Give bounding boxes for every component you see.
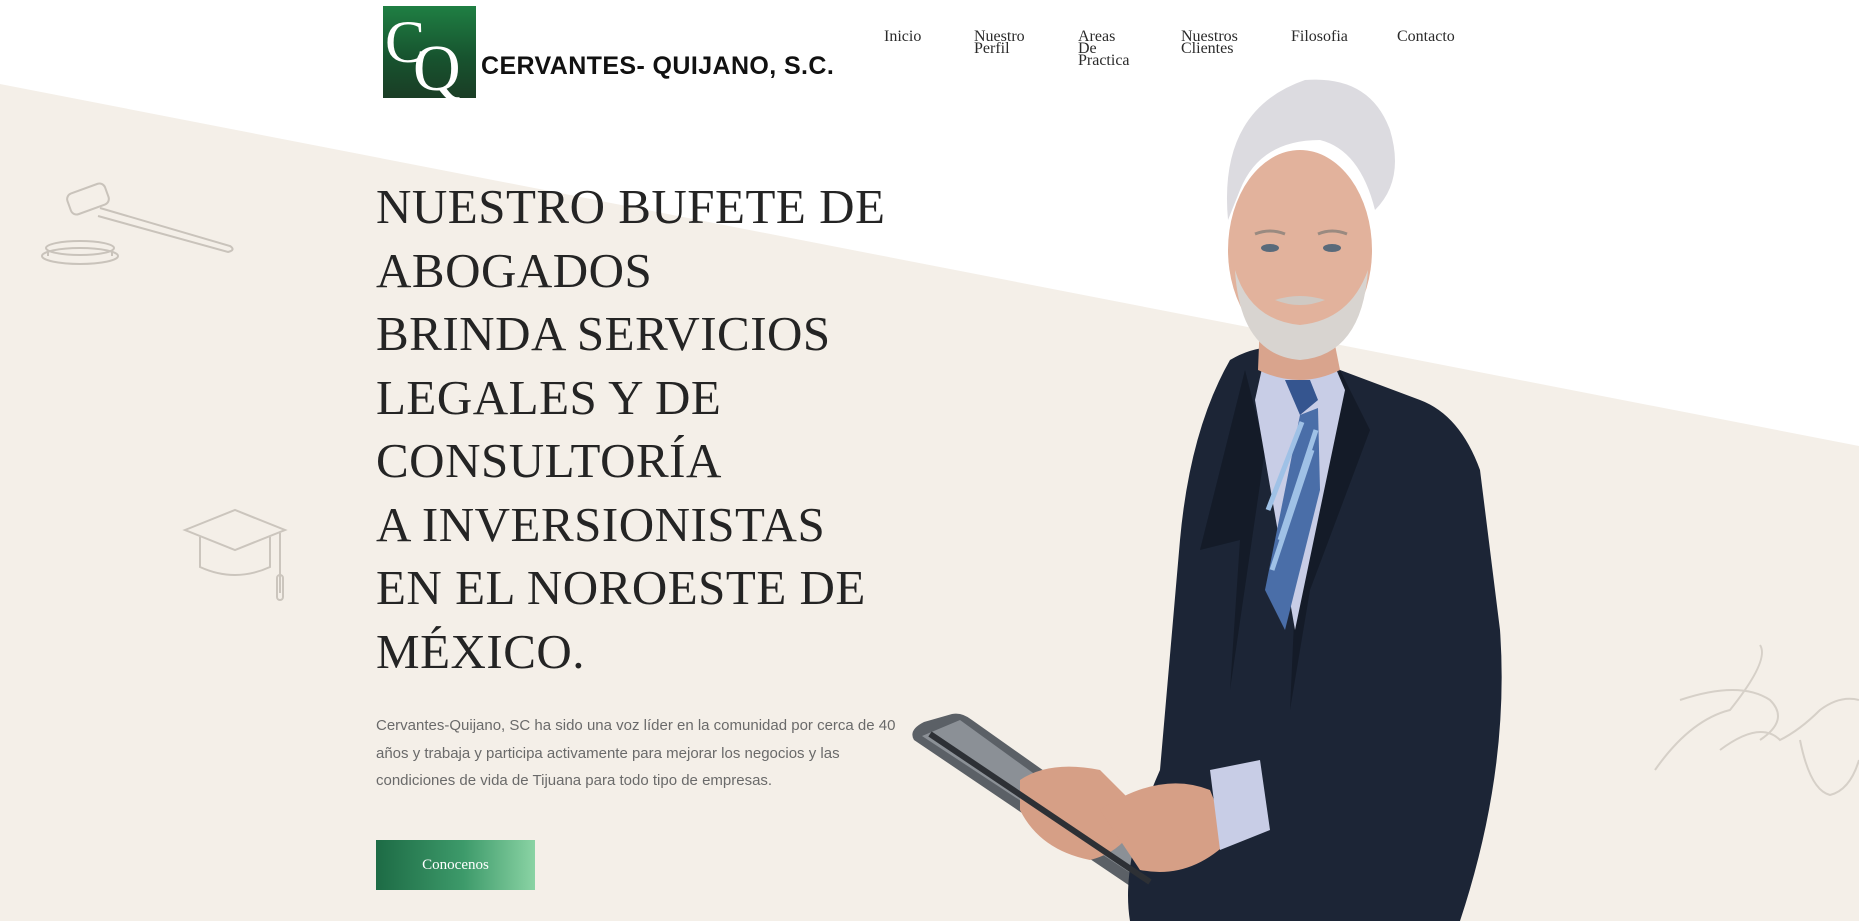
nav-label: Inicio: [884, 28, 922, 45]
hero-title-line: CONSULTORÍA: [376, 433, 722, 488]
hero-title-line: BRINDA SERVICIOS: [376, 306, 831, 361]
gavel-icon: [41, 182, 234, 265]
nav-item-nuestro-perfil[interactable]: Nuestro Perfil: [974, 29, 1044, 57]
hero-title-line: ABOGADOS: [376, 242, 653, 298]
hero-description: Cervantes-Quijano, SC ha sido una voz lí…: [376, 717, 896, 789]
hero-title-line: A INVERSIONISTAS: [376, 496, 826, 552]
hero-title-line: MÉXICO.: [376, 623, 586, 679]
nav-label-line: Perfil: [974, 40, 1010, 57]
hero-title-line: EN EL NOROESTE DE: [376, 560, 866, 615]
hero-title: NUESTRO BUFETE DE ABOGADOS BRINDA SERVIC…: [376, 175, 936, 683]
nav-item-nuestros-clientes[interactable]: Nuestros Clientes: [1181, 29, 1251, 57]
main-nav: Inicio Nuestro Perfil Areas De Practica …: [0, 28, 1859, 91]
conocenos-button[interactable]: Conocenos: [376, 840, 535, 890]
nav-label: Filosofia: [1291, 28, 1348, 45]
nav-label: Contacto: [1397, 28, 1455, 45]
nav-label-line: Clientes: [1181, 40, 1234, 57]
hero-title-line: LEGALES Y DE: [376, 369, 722, 425]
nav-item-areas-de-practica[interactable]: Areas De Practica: [1078, 29, 1148, 69]
graduation-cap-icon: [182, 508, 288, 601]
nav-item-contacto[interactable]: Contacto: [1397, 28, 1467, 45]
hero-title-line: NUESTRO BUFETE DE: [376, 179, 886, 234]
nav-item-filosofia[interactable]: Filosofia: [1291, 28, 1361, 45]
lawyer-portrait-image: [912, 79, 1502, 921]
nav-label-line: Practica: [1078, 52, 1130, 69]
nav-item-inicio[interactable]: Inicio: [884, 28, 954, 45]
